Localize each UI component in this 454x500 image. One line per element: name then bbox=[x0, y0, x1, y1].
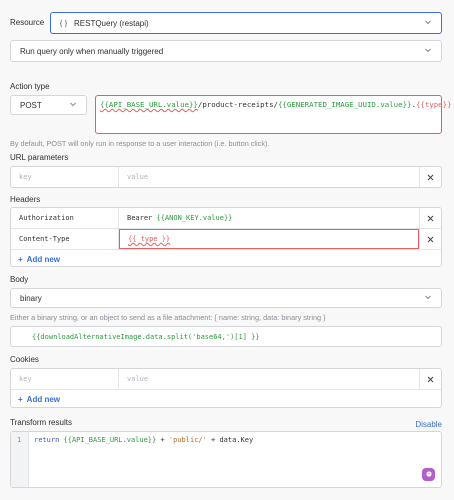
header-key: Authorization bbox=[19, 214, 74, 222]
method-value: POST bbox=[20, 101, 42, 110]
url-value: {{API_BASE_URL.value}}/product-receipts/… bbox=[100, 100, 452, 109]
line-gutter: 1 bbox=[11, 432, 29, 487]
body-type-select[interactable]: binary bbox=[10, 288, 442, 308]
key-placeholder: key bbox=[19, 375, 32, 383]
cookies-table: key value + Add new bbox=[10, 368, 442, 408]
close-icon bbox=[427, 376, 434, 383]
transform-label: Transform results bbox=[10, 418, 72, 427]
resource-select[interactable]: RESTQuery (restapi) bbox=[50, 12, 442, 34]
remove-url-param-button[interactable] bbox=[419, 167, 441, 187]
plus-operator: + bbox=[156, 436, 169, 444]
add-header-button[interactable]: + Add new bbox=[11, 250, 61, 266]
body-code-input[interactable]: {{downloadAlternativeImage.data.split('b… bbox=[10, 326, 442, 347]
chevron-down-icon bbox=[424, 293, 432, 301]
disable-transform-link[interactable]: Disable bbox=[415, 420, 442, 429]
url-type-var: {{type}} bbox=[415, 100, 452, 109]
key-placeholder: key bbox=[19, 173, 32, 181]
header-value-input[interactable]: {{ type }} bbox=[119, 229, 419, 249]
url-params-table: key value bbox=[10, 166, 442, 188]
trigger-value: Run query only when manually triggered bbox=[20, 47, 164, 56]
value-placeholder: value bbox=[127, 173, 149, 181]
chevron-down-icon bbox=[424, 46, 432, 54]
return-keyword: return bbox=[34, 436, 60, 444]
anon-key-var: {{ANON_KEY.value}} bbox=[156, 214, 233, 222]
url-param-key-input[interactable]: key bbox=[11, 167, 119, 187]
header-row-authorization: Authorization Bearer {{ANON_KEY.value}} bbox=[11, 208, 441, 229]
plus-icon: + bbox=[18, 394, 23, 404]
cookies-label: Cookies bbox=[10, 355, 39, 364]
sparkle-icon bbox=[425, 470, 433, 480]
value-placeholder: value bbox=[127, 375, 149, 383]
trigger-select[interactable]: Run query only when manually triggered bbox=[10, 40, 442, 62]
url-input[interactable]: {{API_BASE_URL.value}}/product-receipts/… bbox=[95, 95, 452, 134]
resource-value: RESTQuery (restapi) bbox=[74, 19, 149, 28]
header-value: Bearer {{ANON_KEY.value}} bbox=[127, 214, 232, 222]
add-new-label: Add new bbox=[26, 254, 61, 264]
body-hint: Either a binary string, or an object to … bbox=[10, 313, 326, 322]
add-new-label: Add new bbox=[26, 394, 61, 404]
cookie-value-input[interactable]: value bbox=[119, 369, 419, 389]
line-number: 1 bbox=[17, 436, 22, 444]
header-value-input[interactable]: Bearer {{ANON_KEY.value}} bbox=[119, 208, 419, 228]
remove-header-button[interactable] bbox=[419, 208, 441, 228]
body-type-value: binary bbox=[20, 294, 42, 303]
api-base-var: {{API_BASE_URL.value}} bbox=[63, 436, 157, 444]
url-param-value-input[interactable]: value bbox=[119, 167, 419, 187]
braces-icon bbox=[59, 19, 68, 28]
remove-cookie-button[interactable] bbox=[419, 369, 441, 389]
url-param-row: key value bbox=[11, 167, 441, 187]
header-key-input[interactable]: Content-Type bbox=[11, 229, 119, 249]
cookie-row: key value bbox=[11, 369, 441, 390]
transform-code: return {{API_BASE_URL.value}} + 'public/… bbox=[34, 436, 253, 444]
url-uuid-var: {{GENERATED_IMAGE_UUID.value}} bbox=[277, 100, 412, 109]
ai-assist-button[interactable] bbox=[422, 468, 435, 481]
url-path: /product-receipts/ bbox=[197, 100, 278, 109]
headers-label: Headers bbox=[10, 195, 41, 204]
add-cookie-button[interactable]: + Add new bbox=[11, 390, 61, 407]
method-select[interactable]: POST bbox=[10, 95, 87, 115]
chevron-down-icon bbox=[69, 100, 77, 108]
action-type-hint: By default, POST will only run in respon… bbox=[10, 139, 270, 148]
transform-code-editor[interactable]: 1 return {{API_BASE_URL.value}} + 'publi… bbox=[10, 431, 442, 488]
bearer-prefix: Bearer bbox=[127, 214, 157, 222]
url-params-label: URL parameters bbox=[10, 153, 69, 162]
header-key-input[interactable]: Authorization bbox=[11, 208, 119, 228]
close-icon bbox=[427, 174, 434, 181]
data-key-expr: + data.Key bbox=[206, 436, 254, 444]
body-label: Body bbox=[10, 275, 29, 284]
add-header-row[interactable]: + Add new bbox=[11, 250, 441, 266]
add-cookie-row[interactable]: + Add new bbox=[11, 390, 441, 407]
plus-icon: + bbox=[18, 254, 23, 264]
header-row-content-type: Content-Type {{ type }} bbox=[11, 229, 441, 250]
url-base-var: {{API_BASE_URL.value}} bbox=[100, 100, 198, 109]
cookie-key-input[interactable]: key bbox=[11, 369, 119, 389]
action-type-label: Action type bbox=[10, 82, 50, 91]
public-string: 'public/' bbox=[168, 436, 207, 444]
close-icon bbox=[427, 236, 434, 243]
headers-table: Authorization Bearer {{ANON_KEY.value}} … bbox=[10, 207, 442, 267]
remove-header-button[interactable] bbox=[419, 229, 441, 249]
header-key: Content-Type bbox=[19, 235, 70, 243]
type-var: {{ type }} bbox=[128, 235, 171, 243]
body-code: {{downloadAlternativeImage.data.split('b… bbox=[32, 333, 260, 341]
close-icon bbox=[427, 215, 434, 222]
resource-label: Resource bbox=[10, 18, 45, 27]
chevron-down-icon bbox=[424, 18, 432, 26]
